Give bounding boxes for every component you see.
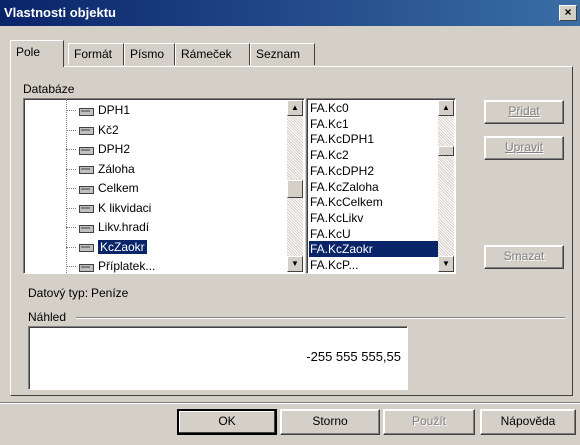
tree-connector bbox=[66, 246, 76, 248]
preview-divider bbox=[76, 317, 565, 319]
field-item[interactable]: FA.Kc0 bbox=[309, 100, 439, 116]
apply-button[interactable]: Použít bbox=[383, 409, 475, 435]
field-icon bbox=[78, 164, 94, 175]
tree-connector bbox=[66, 227, 76, 229]
field-item[interactable]: FA.KcDPH2 bbox=[309, 163, 439, 179]
tree-item-label: K likvidaci bbox=[98, 200, 152, 215]
field-item[interactable]: FA.KcDPH1 bbox=[309, 131, 439, 147]
tree-item[interactable]: Příplatek... bbox=[66, 258, 156, 273]
tree-item-label: Záloha bbox=[98, 161, 135, 176]
scroll-up-icon[interactable]: ▲ bbox=[438, 100, 454, 116]
preview-box: -255 555 555,55 bbox=[28, 326, 408, 390]
tree-item-label: Kč2 bbox=[98, 122, 119, 137]
tab-ramecek[interactable]: Rámeček bbox=[175, 43, 250, 65]
tree-item[interactable]: Kč2 bbox=[66, 122, 119, 138]
field-icon bbox=[78, 106, 94, 116]
datatype-value: Peníze bbox=[91, 286, 129, 300]
tree-connector bbox=[66, 149, 76, 151]
tree-connector bbox=[66, 168, 76, 170]
scroll-thumb[interactable] bbox=[438, 146, 454, 156]
tree-item[interactable]: Likv.hradí bbox=[66, 219, 149, 235]
field-item[interactable]: FA.Kc1 bbox=[309, 116, 439, 132]
tree-item-label: Likv.hradí bbox=[98, 220, 150, 234]
tree-item[interactable]: DPH2 bbox=[66, 141, 130, 157]
tree-connector bbox=[66, 188, 76, 190]
help-button[interactable]: Nápověda bbox=[480, 409, 576, 435]
tree-item[interactable]: DPH1 bbox=[66, 102, 130, 118]
tree-item-label: DPH2 bbox=[98, 142, 131, 156]
field-item[interactable]: FA.KcCelkem bbox=[309, 194, 439, 210]
tree-item-label: DPH1 bbox=[98, 103, 131, 117]
cancel-button[interactable]: Storno bbox=[280, 409, 380, 435]
field-item[interactable]: FA.KcLikv bbox=[309, 210, 439, 226]
datatype-label: Datový typ: bbox=[28, 286, 89, 300]
fields-list[interactable]: FA.Kc0 FA.Kc1 FA.KcDPH1 FA.Kc2 FA.KcDPH2 FA.K… bbox=[306, 98, 456, 274]
fields-scrollbar[interactable]: ▲ ▼ bbox=[438, 100, 454, 272]
tree-item-label: Celkem bbox=[98, 181, 139, 195]
tab-format[interactable]: Formát bbox=[68, 43, 124, 65]
field-item[interactable]: FA.Kc2 bbox=[309, 147, 439, 163]
field-item[interactable]: FA.KcZaokr bbox=[309, 241, 439, 258]
tab-seznam[interactable]: Seznam bbox=[250, 43, 315, 65]
scroll-up-icon[interactable]: ▲ bbox=[287, 100, 303, 116]
tree-item[interactable]: Záloha bbox=[66, 161, 135, 177]
footer-divider bbox=[0, 402, 580, 404]
preview-label: Náhled bbox=[28, 310, 67, 324]
tree-item[interactable]: Celkem bbox=[66, 180, 139, 196]
tree-connector bbox=[66, 266, 76, 268]
tree-connector bbox=[66, 129, 76, 131]
add-button[interactable]: Přidat bbox=[484, 100, 564, 124]
tree-scrollbar[interactable]: ▲ ▼ bbox=[287, 100, 303, 272]
ok-button[interactable]: OK bbox=[177, 409, 277, 435]
title-bar[interactable]: Vlastnosti objektu × bbox=[0, 0, 580, 26]
field-icon bbox=[78, 145, 94, 155]
field-icon bbox=[78, 125, 94, 136]
tree-item-label: Příplatek... bbox=[98, 259, 156, 273]
field-icon bbox=[78, 262, 94, 272]
tree-connector bbox=[66, 110, 76, 112]
scroll-down-icon[interactable]: ▼ bbox=[287, 256, 303, 272]
field-item[interactable]: FA.KcU bbox=[309, 226, 439, 242]
scroll-down-icon[interactable]: ▼ bbox=[438, 256, 454, 272]
field-icon bbox=[78, 242, 94, 253]
tab-pole[interactable]: Pole bbox=[10, 40, 64, 67]
tree-item[interactable]: K likvidaci bbox=[66, 200, 151, 216]
edit-button[interactable]: Upravit bbox=[484, 136, 564, 160]
delete-button[interactable]: Smazat bbox=[484, 245, 564, 269]
field-icon bbox=[78, 184, 94, 194]
close-icon[interactable]: × bbox=[559, 5, 577, 21]
window-title: Vlastnosti objektu bbox=[4, 5, 116, 20]
database-tree[interactable]: DPH1 Kč2 DPH2 Záloha Celkem K likvidaci Likv.h… bbox=[23, 98, 305, 274]
tab-pismo[interactable]: Písmo bbox=[124, 43, 175, 65]
tree-item[interactable]: KcZaokr bbox=[66, 238, 148, 255]
preview-value: -255 555 555,55 bbox=[306, 349, 401, 364]
tree-connector bbox=[66, 207, 76, 209]
field-item[interactable]: FA.KcP... bbox=[309, 257, 439, 273]
scroll-thumb[interactable] bbox=[287, 180, 303, 198]
field-item[interactable]: FA.KcZaloha bbox=[309, 179, 439, 195]
tree-item-label: KcZaokr bbox=[97, 238, 148, 255]
field-icon bbox=[78, 203, 94, 214]
database-label: Databáze bbox=[23, 82, 75, 96]
properties-dialog: Vlastnosti objektu × Pole Formát Písmo R… bbox=[0, 0, 580, 445]
field-icon bbox=[78, 223, 94, 233]
